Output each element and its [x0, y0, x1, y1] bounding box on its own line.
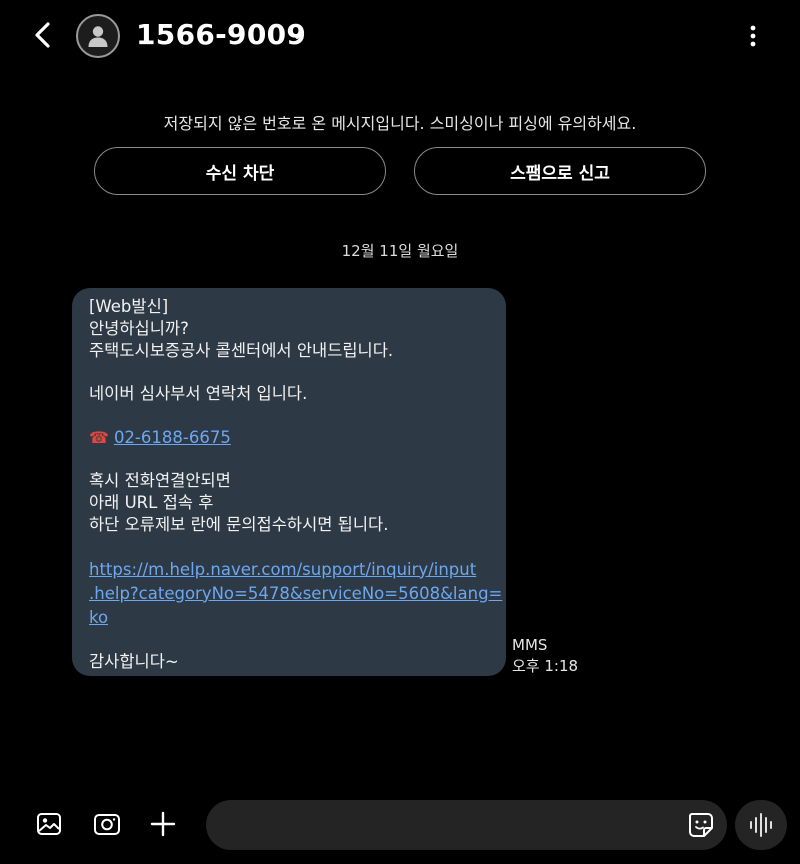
add-attachment-button[interactable]	[145, 806, 181, 842]
conversation-screen: 1566-9009 저장되지 않은 번호로 온 메시지입니다. 스미싱이나 피싱…	[0, 0, 800, 864]
gallery-button[interactable]	[31, 806, 67, 842]
message-line: 하단 오류제보 란에 문의접수하시면 됩니다.	[89, 514, 389, 534]
message-bubble[interactable]: [Web발신] 안녕하십니까? 주택도시보증공사 콜센터에서 안내드립니다. 네…	[72, 288, 506, 676]
telephone-icon: ☎	[89, 427, 109, 447]
phone-number-link[interactable]: 02-6188-6675	[114, 427, 231, 449]
message-type: MMS	[512, 636, 548, 654]
back-arrow-icon	[35, 22, 50, 48]
message-line: 안녕하십니까?	[89, 318, 189, 338]
url-line[interactable]: .help?categoryNo=5478&serviceNo=5608&lan…	[89, 582, 502, 606]
voice-input-button[interactable]	[735, 800, 787, 850]
message-line: 아래 URL 접속 후	[89, 493, 214, 513]
back-button[interactable]	[28, 18, 60, 52]
voice-wave-icon	[750, 813, 772, 837]
camera-button[interactable]	[89, 806, 125, 842]
url-line[interactable]: https://m.help.naver.com/support/inquiry…	[89, 558, 490, 582]
expand-contact-button[interactable]	[288, 26, 306, 44]
block-number-button[interactable]: 수신 차단	[94, 147, 386, 195]
camera-icon	[94, 814, 120, 835]
message-line: 감사합니다~	[89, 652, 179, 672]
person-icon	[88, 26, 108, 47]
message-line: 주택도시보증공사 콜센터에서 안내드립니다.	[89, 340, 394, 360]
sticker-icon	[689, 813, 713, 837]
chevron-down-icon	[290, 31, 304, 39]
message-line: 네이버 심사부서 연락처 입니다.	[89, 384, 308, 404]
message-input[interactable]	[224, 800, 684, 850]
message-time: 오후 1:18	[512, 657, 579, 675]
message-line: 혹시 전화연결안되면	[89, 471, 231, 491]
sticker-button[interactable]	[686, 810, 716, 840]
report-spam-button[interactable]: 스팸으로 신고	[414, 147, 706, 195]
unknown-number-warning: 저장되지 않은 번호로 온 메시지입니다. 스미싱이나 피싱에 유의하세요.	[163, 114, 637, 133]
more-vertical-icon	[750, 25, 756, 47]
plus-icon	[150, 811, 176, 837]
url-line[interactable]: ko	[89, 606, 490, 630]
contact-name[interactable]: 1566-9009	[136, 16, 306, 54]
message-input-container[interactable]	[206, 800, 727, 850]
phone-line: ☎ 02-6188-6675	[89, 427, 490, 449]
url-link[interactable]: https://m.help.naver.com/support/inquiry…	[89, 558, 502, 630]
more-options-button[interactable]	[738, 20, 768, 52]
date-separator: 12월 11일 월요일	[341, 242, 459, 260]
message-line: [Web발신]	[89, 297, 169, 316]
gallery-icon	[37, 813, 61, 835]
message-meta: MMS 오후 1:18	[512, 635, 578, 677]
avatar[interactable]	[76, 14, 120, 58]
